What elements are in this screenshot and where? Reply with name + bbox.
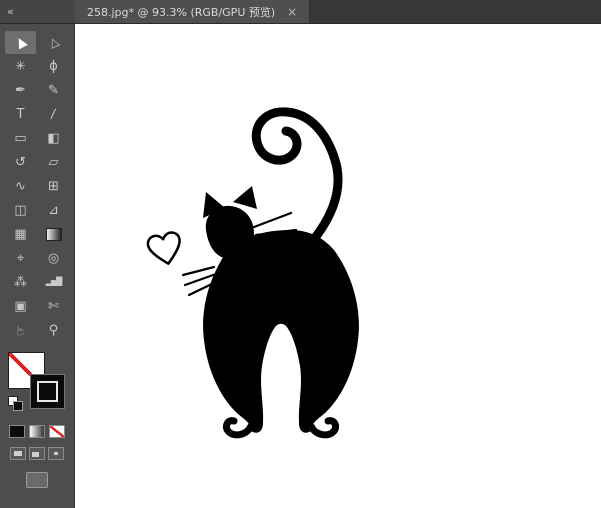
tool-slice-tool[interactable]: ✄ bbox=[38, 295, 69, 318]
color-mode-buttons bbox=[9, 425, 65, 438]
selection-tool-icon: ▲ bbox=[13, 34, 28, 50]
magic-wand-tool-icon: ✳ bbox=[15, 60, 26, 73]
cat-left-paw-curl bbox=[226, 421, 251, 435]
scale-tool-icon: ▱ bbox=[49, 156, 59, 169]
eraser-tool-icon: ◧ bbox=[47, 132, 59, 145]
eyedropper-tool-icon: ⌖ bbox=[17, 252, 24, 265]
tool-scale-tool[interactable]: ▱ bbox=[38, 151, 69, 174]
tool-blend-tool[interactable]: ◎ bbox=[38, 247, 69, 270]
drawing-mode-buttons bbox=[10, 447, 64, 460]
tool-mesh-tool[interactable]: ▦ bbox=[5, 223, 36, 246]
heart-outline bbox=[146, 231, 184, 267]
color-button[interactable] bbox=[9, 425, 25, 438]
tool-magic-wand-tool[interactable]: ✳ bbox=[5, 55, 36, 78]
tool-shape-builder-tool[interactable]: ◫ bbox=[5, 199, 36, 222]
direct-selection-tool-icon: △ bbox=[47, 35, 60, 50]
rectangle-tool-icon: ▭ bbox=[14, 132, 26, 145]
artboard-tool-icon: ▣ bbox=[14, 300, 26, 313]
tool-direct-selection-tool[interactable]: △ bbox=[38, 31, 69, 54]
tool-artboard-tool[interactable]: ▣ bbox=[5, 295, 36, 318]
gradient-tool-icon bbox=[46, 228, 62, 241]
symbol-sprayer-tool-icon: ⁂ bbox=[14, 276, 27, 289]
type-tool-icon: T bbox=[17, 108, 25, 121]
document-tab-bar: « 258.jpg* @ 93.3% (RGB/GPU 预览) × bbox=[0, 0, 601, 24]
cat-right-ear bbox=[233, 186, 257, 209]
tool-rotate-tool[interactable]: ↺ bbox=[5, 151, 36, 174]
tool-lasso-tool[interactable]: ϕ bbox=[38, 55, 69, 78]
tool-line-segment-tool[interactable]: / bbox=[38, 103, 69, 126]
cat-whisker bbox=[254, 213, 291, 227]
tools-panel: ▲ △ ✳ ϕ ✒ ✎ T / ▭ ◧ ↺ ▱ ∿ ⊞ ◫ ⊿ ▦ ⌖ ◎ ⁂ … bbox=[0, 24, 75, 508]
slice-tool-icon: ✄ bbox=[48, 300, 59, 313]
pen-tool-icon: ✒ bbox=[15, 84, 26, 97]
tool-symbol-sprayer-tool[interactable]: ⁂ bbox=[5, 271, 36, 294]
column-graph-tool-icon: ▂▅█ bbox=[46, 278, 61, 286]
draw-inside-button[interactable] bbox=[48, 447, 64, 460]
tool-rectangle-tool[interactable]: ▭ bbox=[5, 127, 36, 150]
tool-gradient-tool[interactable] bbox=[38, 223, 69, 246]
toolbar-collapse-button[interactable]: « bbox=[0, 0, 75, 23]
fill-stroke-indicator bbox=[6, 352, 68, 416]
tool-eyedropper-tool[interactable]: ⌖ bbox=[5, 247, 36, 270]
rotate-tool-icon: ↺ bbox=[15, 156, 26, 169]
tool-zoom-tool[interactable]: ⚲ bbox=[38, 319, 69, 342]
free-transform-tool-icon: ⊞ bbox=[48, 180, 59, 193]
default-fill-stroke-button[interactable] bbox=[8, 396, 24, 411]
gradient-button[interactable] bbox=[29, 425, 45, 438]
document-canvas[interactable] bbox=[75, 24, 601, 508]
tab-bar-empty-area bbox=[310, 0, 601, 23]
draw-behind-button[interactable] bbox=[29, 447, 45, 460]
tool-free-transform-tool[interactable]: ⊞ bbox=[38, 175, 69, 198]
tool-perspective-grid-tool[interactable]: ⊿ bbox=[38, 199, 69, 222]
tool-type-tool[interactable]: T bbox=[5, 103, 36, 126]
tools-grid: ▲ △ ✳ ϕ ✒ ✎ T / ▭ ◧ ↺ ▱ ∿ ⊞ ◫ ⊿ ▦ ⌖ ◎ ⁂ … bbox=[4, 30, 70, 342]
illustrator-window: « 258.jpg* @ 93.3% (RGB/GPU 预览) × ▲ △ ✳ … bbox=[0, 0, 601, 508]
tool-pen-tool[interactable]: ✒ bbox=[5, 79, 36, 102]
cat-artwork bbox=[75, 24, 601, 508]
perspective-grid-tool-icon: ⊿ bbox=[48, 204, 59, 217]
mesh-tool-icon: ▦ bbox=[14, 228, 26, 241]
change-screen-mode-button[interactable] bbox=[26, 472, 48, 488]
stroke-swatch-black[interactable] bbox=[30, 374, 65, 409]
cat-body bbox=[203, 230, 359, 433]
close-tab-icon[interactable]: × bbox=[287, 6, 297, 18]
document-tab[interactable]: 258.jpg* @ 93.3% (RGB/GPU 预览) × bbox=[75, 0, 310, 23]
collapse-panel-icon: « bbox=[7, 5, 14, 18]
cat-right-paw-curl bbox=[311, 421, 336, 435]
width-tool-icon: ∿ bbox=[15, 180, 26, 193]
tool-width-tool[interactable]: ∿ bbox=[5, 175, 36, 198]
tool-hand-tool[interactable]: ☞ bbox=[5, 319, 36, 342]
tool-eraser-tool[interactable]: ◧ bbox=[38, 127, 69, 150]
draw-normal-button[interactable] bbox=[10, 447, 26, 460]
cat-whisker bbox=[183, 267, 214, 275]
document-tab-title: 258.jpg* @ 93.3% (RGB/GPU 预览) bbox=[87, 4, 275, 20]
zoom-tool-icon: ⚲ bbox=[49, 324, 59, 337]
lasso-tool-icon: ϕ bbox=[49, 60, 58, 73]
blend-tool-icon: ◎ bbox=[48, 252, 59, 265]
tool-selection-tool[interactable]: ▲ bbox=[5, 31, 36, 54]
hand-tool-icon: ☞ bbox=[14, 324, 27, 336]
tool-paintbrush-tool[interactable]: ✎ bbox=[38, 79, 69, 102]
line-segment-tool-icon: / bbox=[50, 107, 56, 120]
paintbrush-tool-icon: ✎ bbox=[48, 84, 59, 97]
shape-builder-tool-icon: ◫ bbox=[14, 204, 26, 217]
tool-column-graph-tool[interactable]: ▂▅█ bbox=[38, 271, 69, 294]
none-button[interactable] bbox=[49, 425, 65, 438]
